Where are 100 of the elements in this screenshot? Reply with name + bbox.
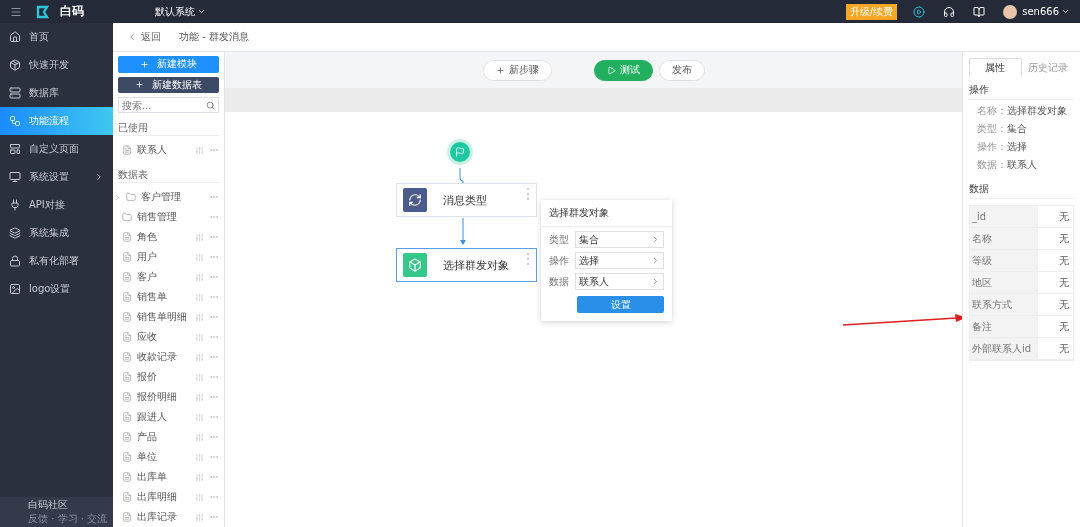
table-list-item[interactable]: 角色 [118, 227, 219, 247]
more-icon[interactable] [526, 187, 530, 201]
file-icon [122, 412, 132, 422]
play-icon[interactable] [913, 5, 926, 18]
file-icon [122, 252, 132, 262]
home-icon [9, 31, 21, 43]
sidebar-item[interactable]: logo设置 [0, 275, 113, 303]
expand-icon[interactable] [114, 193, 121, 201]
file-icon [122, 512, 132, 522]
sidebar-item[interactable]: 系统设置 [0, 163, 113, 191]
cube-icon [9, 59, 21, 71]
caret-icon [197, 7, 206, 16]
fields-icon[interactable] [195, 352, 204, 362]
workflow-icon [9, 115, 21, 127]
table-list-item[interactable]: 出库单 [118, 467, 219, 487]
section-title: 数据表 [118, 168, 219, 183]
table-list-item[interactable]: 销售单明细 [118, 307, 219, 327]
fields-icon[interactable] [195, 492, 204, 502]
field-value: 联系人 [579, 274, 609, 289]
fields-icon[interactable] [195, 432, 204, 442]
section-title: 数据 [969, 182, 1074, 199]
file-icon [122, 312, 132, 322]
table-list-item[interactable]: 收款记录 [118, 347, 219, 367]
sidebar-item[interactable]: 首页 [0, 23, 113, 51]
section-title: 操作 [969, 83, 1074, 100]
select-field[interactable]: 联系人 [575, 273, 664, 290]
monitor-icon [9, 171, 21, 183]
menu-icon[interactable] [10, 5, 22, 18]
table-list-item[interactable]: 销售单 [118, 287, 219, 307]
sidebar-item[interactable]: 私有化部署 [0, 247, 113, 275]
fields-icon[interactable] [195, 292, 204, 302]
file-icon [122, 232, 132, 242]
panel-tab[interactable]: 属性 [969, 58, 1022, 78]
sidebar-item[interactable]: 系统集成 [0, 219, 113, 247]
field-value: 无 [1058, 209, 1070, 224]
property-text: 数据：联系人 [976, 158, 1038, 172]
field-name: 联系方式 [970, 294, 1038, 315]
property-text: 名称：选择群发对象 [976, 104, 1068, 118]
search-field[interactable]: 搜索... [118, 97, 219, 113]
flow-node[interactable]: 消息类型 [396, 183, 537, 217]
sidebar-item[interactable]: 自定义页面 [0, 135, 113, 163]
fields-icon[interactable] [195, 372, 204, 382]
table-list-item[interactable]: 客户 [118, 267, 219, 287]
fields-icon[interactable] [195, 252, 204, 262]
sidebar-item[interactable]: 数据库 [0, 79, 113, 107]
fields-icon[interactable] [195, 272, 204, 282]
sidebar-item[interactable]: API对接 [0, 191, 113, 219]
field-value: 选择 [579, 253, 599, 268]
back-icon[interactable] [127, 32, 137, 42]
table-list-item[interactable]: 产品 [118, 427, 219, 447]
table-list-item[interactable]: 出库明细 [118, 487, 219, 507]
headset-icon[interactable] [943, 5, 956, 18]
start-node[interactable] [450, 142, 470, 162]
table-list-item[interactable]: 报价明细 [118, 387, 219, 407]
flag-icon [455, 147, 465, 157]
add-step-button[interactable]: 新步骤 [482, 59, 552, 81]
user-menu[interactable]: sen666 [1022, 6, 1070, 17]
file-icon [122, 472, 132, 482]
field-name: 备注 [970, 316, 1038, 337]
back-link[interactable]: 返回 [141, 30, 161, 44]
fields-icon[interactable] [195, 412, 204, 422]
table-list-item[interactable]: 联系人 [118, 140, 219, 160]
database-icon [9, 87, 21, 99]
select-field[interactable]: 选择 [575, 252, 664, 269]
more-icon[interactable] [526, 252, 530, 266]
fields-icon[interactable] [195, 452, 204, 462]
fields-icon[interactable] [195, 512, 204, 522]
fields-icon[interactable] [195, 312, 204, 322]
field-name: _id [970, 206, 1038, 227]
fields-icon[interactable] [195, 392, 204, 402]
table-list-item[interactable]: 应收 [118, 327, 219, 347]
table-list-item[interactable]: 单位 [118, 447, 219, 467]
table-list-item[interactable]: 客户管理 [118, 187, 219, 207]
page-title: 功能 - 群发消息 [179, 30, 249, 44]
popup-title: 选择群发对象 [541, 200, 672, 227]
folder-icon [122, 212, 132, 222]
system-dropdown[interactable]: 默认系统 [155, 4, 206, 19]
table-list-item[interactable]: 出库记录 [118, 507, 219, 527]
table-list-item[interactable]: 用户 [118, 247, 219, 267]
help-icon[interactable] [973, 5, 986, 18]
plug-icon [9, 199, 21, 211]
fields-icon[interactable] [195, 472, 204, 482]
fields-icon[interactable] [195, 332, 204, 342]
avatar[interactable] [1003, 4, 1018, 19]
fields-icon[interactable] [195, 232, 204, 242]
publish-button[interactable]: 发布 [658, 59, 705, 81]
fields-icon[interactable] [195, 145, 204, 155]
plus-icon [495, 65, 505, 75]
flow-node[interactable]: 选择群发对象 [396, 248, 537, 282]
table-list-item[interactable]: 跟进人 [118, 407, 219, 427]
search-icon[interactable] [206, 100, 215, 110]
select-field[interactable]: 集合 [575, 231, 664, 248]
new-button[interactable]: 新建数据表 [118, 76, 219, 94]
field-label: 操作 [549, 253, 570, 268]
table-list-item[interactable]: 报价 [118, 367, 219, 387]
sidebar-item[interactable]: 快速开发 [0, 51, 113, 79]
table-list-item[interactable]: 销售管理 [118, 207, 219, 227]
logo-text: 白码 [60, 3, 85, 20]
community-panel[interactable]: 白码社区 反馈 · 学习 · 交流 [0, 497, 113, 527]
field-name: 名称 [970, 228, 1038, 249]
